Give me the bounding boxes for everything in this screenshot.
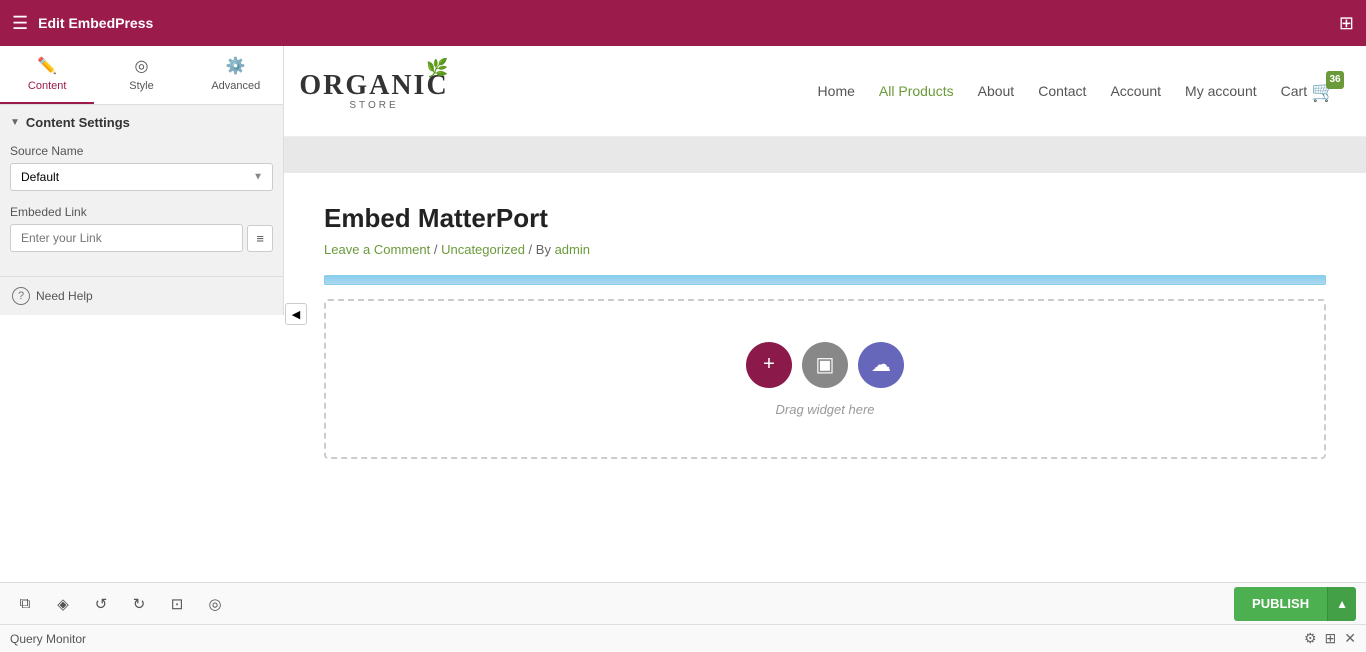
logo-leaf-icon: 🌿	[426, 58, 448, 79]
logo-image: 🌿 ORGANIC STORE	[314, 56, 434, 126]
content-tab-icon: ✏️	[37, 56, 57, 76]
add-widget-bottom-button[interactable]: ◈	[48, 589, 78, 619]
logo-sub-text: STORE	[299, 100, 448, 111]
tab-advanced[interactable]: ⚙️ Advanced	[189, 46, 283, 104]
responsive-button[interactable]: ⊡	[162, 589, 192, 619]
tab-content[interactable]: ✏️ Content	[0, 46, 94, 104]
nav-cart: Cart 🛒 36	[1281, 79, 1336, 104]
drag-widget-label: Drag widget here	[776, 402, 875, 417]
page-meta: Leave a Comment / Uncategorized / By adm…	[324, 242, 1326, 257]
section-arrow: ▼	[10, 117, 20, 128]
embed-link-input[interactable]	[10, 224, 243, 252]
layers-button[interactable]: ⧉	[10, 589, 40, 619]
meta-sep2: / By	[529, 242, 555, 257]
add-widget-button[interactable]: +	[746, 342, 792, 388]
site-header: 🌿 ORGANIC STORE Home All Products About …	[284, 46, 1366, 137]
source-name-select[interactable]: Default	[10, 163, 273, 191]
editor-title: Edit EmbedPress	[38, 15, 153, 31]
hamburger-icon[interactable]: ☰	[12, 13, 28, 34]
query-monitor-expand-icon[interactable]: ⊞	[1325, 630, 1337, 647]
bottom-toolbar-left: ⧉ ◈ ↺ ↻ ⊡ ◎	[10, 589, 230, 619]
editor-topbar: ☰ Edit EmbedPress ⊞	[0, 0, 1366, 46]
sidebar: ✏️ Content ◎ Style ⚙️ Advanced ▼ Content…	[0, 46, 284, 315]
cart-icon-wrapper[interactable]: 🛒 36	[1311, 79, 1336, 104]
site-nav: Home All Products About Contact Account …	[818, 79, 1336, 104]
main-layout: ✏️ Content ◎ Style ⚙️ Advanced ▼ Content…	[0, 46, 1366, 582]
source-name-label: Source Name	[10, 144, 273, 158]
tab-content-label: Content	[28, 80, 67, 92]
publish-button-wrapper: PUBLISH ▲	[1234, 587, 1356, 621]
style-tab-icon: ◎	[135, 56, 149, 76]
drop-zone: + ▣ ☁ Drag widget here	[324, 299, 1326, 459]
page-title: Embed MatterPort	[324, 203, 1326, 234]
help-icon: ?	[12, 287, 30, 305]
gray-band	[284, 137, 1366, 173]
source-name-field: Source Name Default ▼	[10, 144, 273, 191]
site-logo: 🌿 ORGANIC STORE	[314, 56, 434, 126]
source-name-select-wrapper: Default ▼	[10, 163, 273, 191]
query-monitor-label[interactable]: Query Monitor	[10, 632, 86, 646]
tab-advanced-label: Advanced	[211, 80, 260, 92]
nav-contact[interactable]: Contact	[1038, 83, 1086, 99]
sidebar-collapse-button[interactable]: ◀	[285, 303, 307, 325]
query-monitor-right: ⚙ ⊞ ✕	[1304, 630, 1356, 647]
bottom-toolbar-right: PUBLISH ▲	[1234, 587, 1356, 621]
query-monitor-close-icon[interactable]: ✕	[1344, 630, 1356, 647]
nav-cart-label[interactable]: Cart	[1281, 83, 1307, 99]
embed-link-label: Embeded Link	[10, 205, 273, 219]
meta-author[interactable]: admin	[555, 242, 590, 257]
query-monitor-bar: Query Monitor ⚙ ⊞ ✕	[0, 624, 1366, 652]
section-label: Content Settings	[26, 115, 130, 130]
meta-leave-comment[interactable]: Leave a Comment	[324, 242, 430, 257]
query-monitor-settings-icon[interactable]: ⚙	[1304, 630, 1317, 647]
publish-button[interactable]: PUBLISH	[1234, 587, 1327, 621]
publish-arrow-button[interactable]: ▲	[1327, 587, 1356, 621]
sidebar-content: ▼ Content Settings Source Name Default ▼	[0, 105, 283, 276]
meta-sep1: /	[434, 242, 441, 257]
cloud-button[interactable]: ☁	[858, 342, 904, 388]
nav-my-account[interactable]: My account	[1185, 83, 1257, 99]
embed-bar	[324, 275, 1326, 285]
content-area: 🌿 ORGANIC STORE Home All Products About …	[284, 46, 1366, 582]
content-settings-header[interactable]: ▼ Content Settings	[10, 115, 273, 130]
cart-badge: 36	[1326, 71, 1344, 89]
page-content: Embed MatterPort Leave a Comment / Uncat…	[284, 173, 1366, 582]
folder-button[interactable]: ▣	[802, 342, 848, 388]
redo-button[interactable]: ↻	[124, 589, 154, 619]
sidebar-wrapper: ✏️ Content ◎ Style ⚙️ Advanced ▼ Content…	[0, 46, 284, 582]
meta-category[interactable]: Uncategorized	[441, 242, 525, 257]
advanced-tab-icon: ⚙️	[226, 56, 246, 76]
nav-account[interactable]: Account	[1110, 83, 1161, 99]
preview-button[interactable]: ◎	[200, 589, 230, 619]
nav-all-products[interactable]: All Products	[879, 83, 954, 99]
embed-link-options-button[interactable]: ≡	[247, 225, 273, 252]
tab-style[interactable]: ◎ Style	[94, 46, 188, 104]
grid-icon[interactable]: ⊞	[1339, 13, 1354, 34]
undo-button[interactable]: ↺	[86, 589, 116, 619]
tab-style-label: Style	[129, 80, 153, 92]
need-help-label: Need Help	[36, 289, 93, 303]
drop-zone-buttons: + ▣ ☁	[746, 342, 904, 388]
embed-link-field: Embeded Link ≡	[10, 205, 273, 252]
embed-link-input-wrapper: ≡	[10, 224, 273, 252]
nav-about[interactable]: About	[978, 83, 1015, 99]
bottom-toolbar: ⧉ ◈ ↺ ↻ ⊡ ◎ PUBLISH ▲	[0, 582, 1366, 624]
nav-home[interactable]: Home	[818, 83, 855, 99]
sidebar-footer[interactable]: ? Need Help	[0, 276, 283, 315]
sidebar-tabs: ✏️ Content ◎ Style ⚙️ Advanced	[0, 46, 283, 105]
